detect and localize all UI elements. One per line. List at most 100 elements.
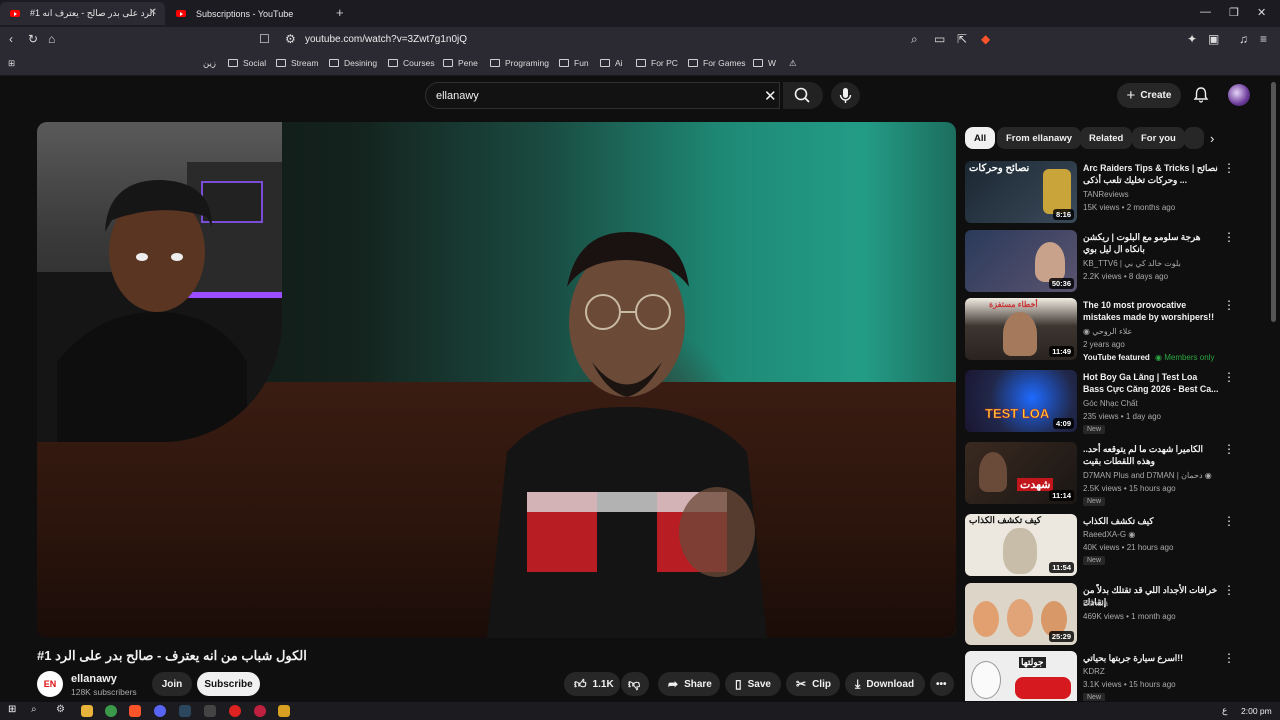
rec-channel[interactable]: Bendia (1083, 599, 1108, 608)
video-thumbnail[interactable]: 50:36 (965, 230, 1077, 292)
search-box[interactable]: ellanawy ✕ (425, 82, 780, 109)
save-button[interactable]: ▯ Save (725, 672, 781, 696)
video-thumbnail[interactable]: 25:29 (965, 583, 1077, 645)
reader-icon[interactable]: ▭ (934, 32, 945, 46)
sidebar-icon[interactable]: ▣ (1208, 32, 1219, 46)
bookmark-folder-courses[interactable]: Courses (388, 58, 435, 68)
extensions-icon[interactable]: ✦ (1187, 32, 1197, 46)
app-icon[interactable] (254, 705, 266, 717)
voice-search-button[interactable] (831, 82, 860, 109)
video-thumbnail[interactable]: TEST LOA 4:09 (965, 370, 1077, 432)
chip-partial[interactable] (1184, 127, 1204, 149)
more-vertical-icon[interactable]: ⋮ (1223, 299, 1235, 311)
video-thumbnail[interactable]: أخطاء مستفزة 11:49 (965, 298, 1077, 360)
chip-related[interactable]: Related (1080, 127, 1133, 149)
brave-icon[interactable] (129, 705, 141, 717)
list-item[interactable]: شهدت 11:14 الكاميرا شهدت ما لم يتوقعه أح… (965, 442, 1235, 506)
rec-title[interactable]: الكاميرا شهدت ما لم يتوقعه أحد.. وهذه ال… (1083, 443, 1219, 467)
new-tab-button[interactable]: + (336, 5, 344, 20)
bookmark-warning-icon[interactable]: ⚠ (789, 58, 797, 69)
rec-title[interactable]: اسرع سيارة جربتها بحياتي!! (1083, 652, 1219, 664)
notifications-bell-icon[interactable] (1192, 86, 1210, 104)
chip-from-channel[interactable]: From ellanawy (997, 127, 1081, 149)
reload-icon[interactable]: ↻ (28, 32, 38, 46)
rec-title[interactable]: Arc Raiders Tips & Tricks | نصائح وحركات… (1083, 162, 1219, 186)
list-item[interactable]: TEST LOA 4:09 Hot Boy Ga Lăng | Test Loa… (965, 370, 1235, 434)
rec-channel[interactable]: ◉ علاء الروحي (1083, 327, 1132, 336)
taskbar-clock[interactable]: 2:00 pm (1241, 706, 1272, 716)
video-player[interactable] (37, 122, 956, 638)
clip-button[interactable]: ✂ Clip (786, 672, 840, 696)
bookmark-folder-w[interactable]: W (753, 58, 776, 68)
more-vertical-icon[interactable]: ⋮ (1223, 652, 1235, 664)
file-explorer-icon[interactable] (81, 705, 93, 717)
taskbar-settings-icon[interactable]: ⚙ (56, 704, 68, 716)
chip-for-you[interactable]: For you (1132, 127, 1185, 149)
channel-avatar[interactable]: EN (37, 671, 63, 697)
channel-name[interactable]: ellanawy (71, 673, 117, 685)
more-vertical-icon[interactable]: ⋮ (1223, 515, 1235, 527)
subscribe-button[interactable]: Subscribe (197, 672, 260, 696)
home-icon[interactable]: ⌂ (48, 32, 55, 46)
rec-channel[interactable]: TANReviews (1083, 190, 1129, 199)
language-indicator[interactable]: ع (1222, 705, 1227, 716)
bookmark-folder-social[interactable]: Social (228, 58, 266, 68)
rec-channel[interactable]: RaeedXA-G ◉ (1083, 530, 1135, 539)
back-icon[interactable]: ‹ (9, 32, 13, 46)
share-page-icon[interactable]: ⇱ (957, 32, 967, 46)
bookmark-folder-stream[interactable]: Stream (276, 58, 318, 68)
taskbar-search-icon[interactable]: ⌕ (31, 704, 43, 716)
more-vertical-icon[interactable]: ⋮ (1223, 371, 1235, 383)
bookmark-folder-for-games[interactable]: For Games (688, 58, 746, 68)
bookmark-folder-ai[interactable]: Ai (600, 58, 623, 68)
more-vertical-icon[interactable]: ⋮ (1223, 443, 1235, 455)
list-item[interactable]: 50:36 هرجة سلومو مع البلوت | ريكشن بانكا… (965, 230, 1235, 292)
chip-all[interactable]: All (965, 127, 996, 149)
close-window-icon[interactable]: ✕ (1257, 6, 1266, 19)
rec-title[interactable]: كيف تكشف الكذاب (1083, 515, 1219, 527)
bookmark-folder-pene[interactable]: Pene (443, 58, 478, 68)
join-button[interactable]: Join (152, 672, 192, 696)
tab-subscriptions[interactable]: Subscriptions - YouTube (166, 2, 331, 25)
chevron-right-icon[interactable]: › (1210, 131, 1214, 146)
bookmark-icon[interactable]: ☐ (259, 32, 270, 46)
app-icon[interactable] (229, 705, 241, 717)
rec-channel[interactable]: Góc Nhạc Chất (1083, 399, 1138, 408)
video-thumbnail[interactable]: كيف تكشف الكذاب 11:54 (965, 514, 1077, 576)
maximize-icon[interactable]: ❐ (1229, 6, 1239, 19)
brave-shield-icon[interactable]: ◆ (981, 32, 990, 46)
address-bar[interactable]: youtube.com/watch?v=3Zwt7g1n0jQ (305, 34, 467, 45)
bookmark-folder-desining[interactable]: Desining (329, 58, 377, 68)
account-avatar[interactable] (1228, 84, 1250, 106)
steam-icon[interactable] (179, 705, 191, 717)
create-button[interactable]: + Create (1117, 83, 1181, 108)
rec-channel[interactable]: KDRZ (1083, 667, 1105, 676)
app-icon[interactable] (204, 705, 216, 717)
search-button[interactable] (783, 82, 823, 109)
list-item[interactable]: كيف تكشف الكذاب 11:54 كيف تكشف الكذاب Ra… (965, 514, 1235, 576)
share-button[interactable]: ➦ Share (658, 672, 720, 696)
more-vertical-icon[interactable]: ⋮ (1223, 162, 1235, 174)
minimize-icon[interactable]: — (1200, 6, 1211, 18)
page-scrollbar[interactable] (1271, 82, 1276, 322)
close-tab-icon[interactable]: ✕ (149, 7, 157, 18)
rec-title[interactable]: Hot Boy Ga Lăng | Test Loa Bass Cực Căng… (1083, 371, 1219, 395)
app-icon[interactable] (278, 705, 290, 717)
like-button[interactable]: 👍︎ 1.1K (564, 672, 620, 696)
video-thumbnail[interactable]: شهدت 11:14 (965, 442, 1077, 504)
menu-icon[interactable]: ≡ (1260, 32, 1267, 46)
tab-current-video[interactable]: #1 الرد على بدر صالح - يعترف انه ✕ (0, 2, 165, 25)
media-icon[interactable]: ♫ (1239, 32, 1248, 46)
rec-channel[interactable]: D7MAN Plus and D7MAN | دحمان ◉ (1083, 471, 1212, 480)
video-thumbnail[interactable]: جولتها (965, 651, 1077, 701)
bookmark-item[interactable]: زين (203, 58, 216, 69)
list-item[interactable]: جولتها اسرع سيارة جربتها بحياتي!! KDRZ 3… (965, 651, 1235, 701)
search-input[interactable]: ellanawy (436, 90, 479, 102)
dislike-button[interactable]: 👎︎ (621, 672, 649, 696)
list-item[interactable]: أخطاء مستفزة 11:49 The 10 most provocati… (965, 298, 1235, 362)
zoom-icon[interactable]: ⌕ (911, 32, 918, 47)
site-settings-icon[interactable]: ⚙ (285, 32, 296, 46)
list-item[interactable]: نصائح وحركات 8:16 Arc Raiders Tips & Tri… (965, 161, 1235, 223)
bookmark-folder-for-pc[interactable]: For PC (636, 58, 678, 68)
discord-icon[interactable] (154, 705, 166, 717)
